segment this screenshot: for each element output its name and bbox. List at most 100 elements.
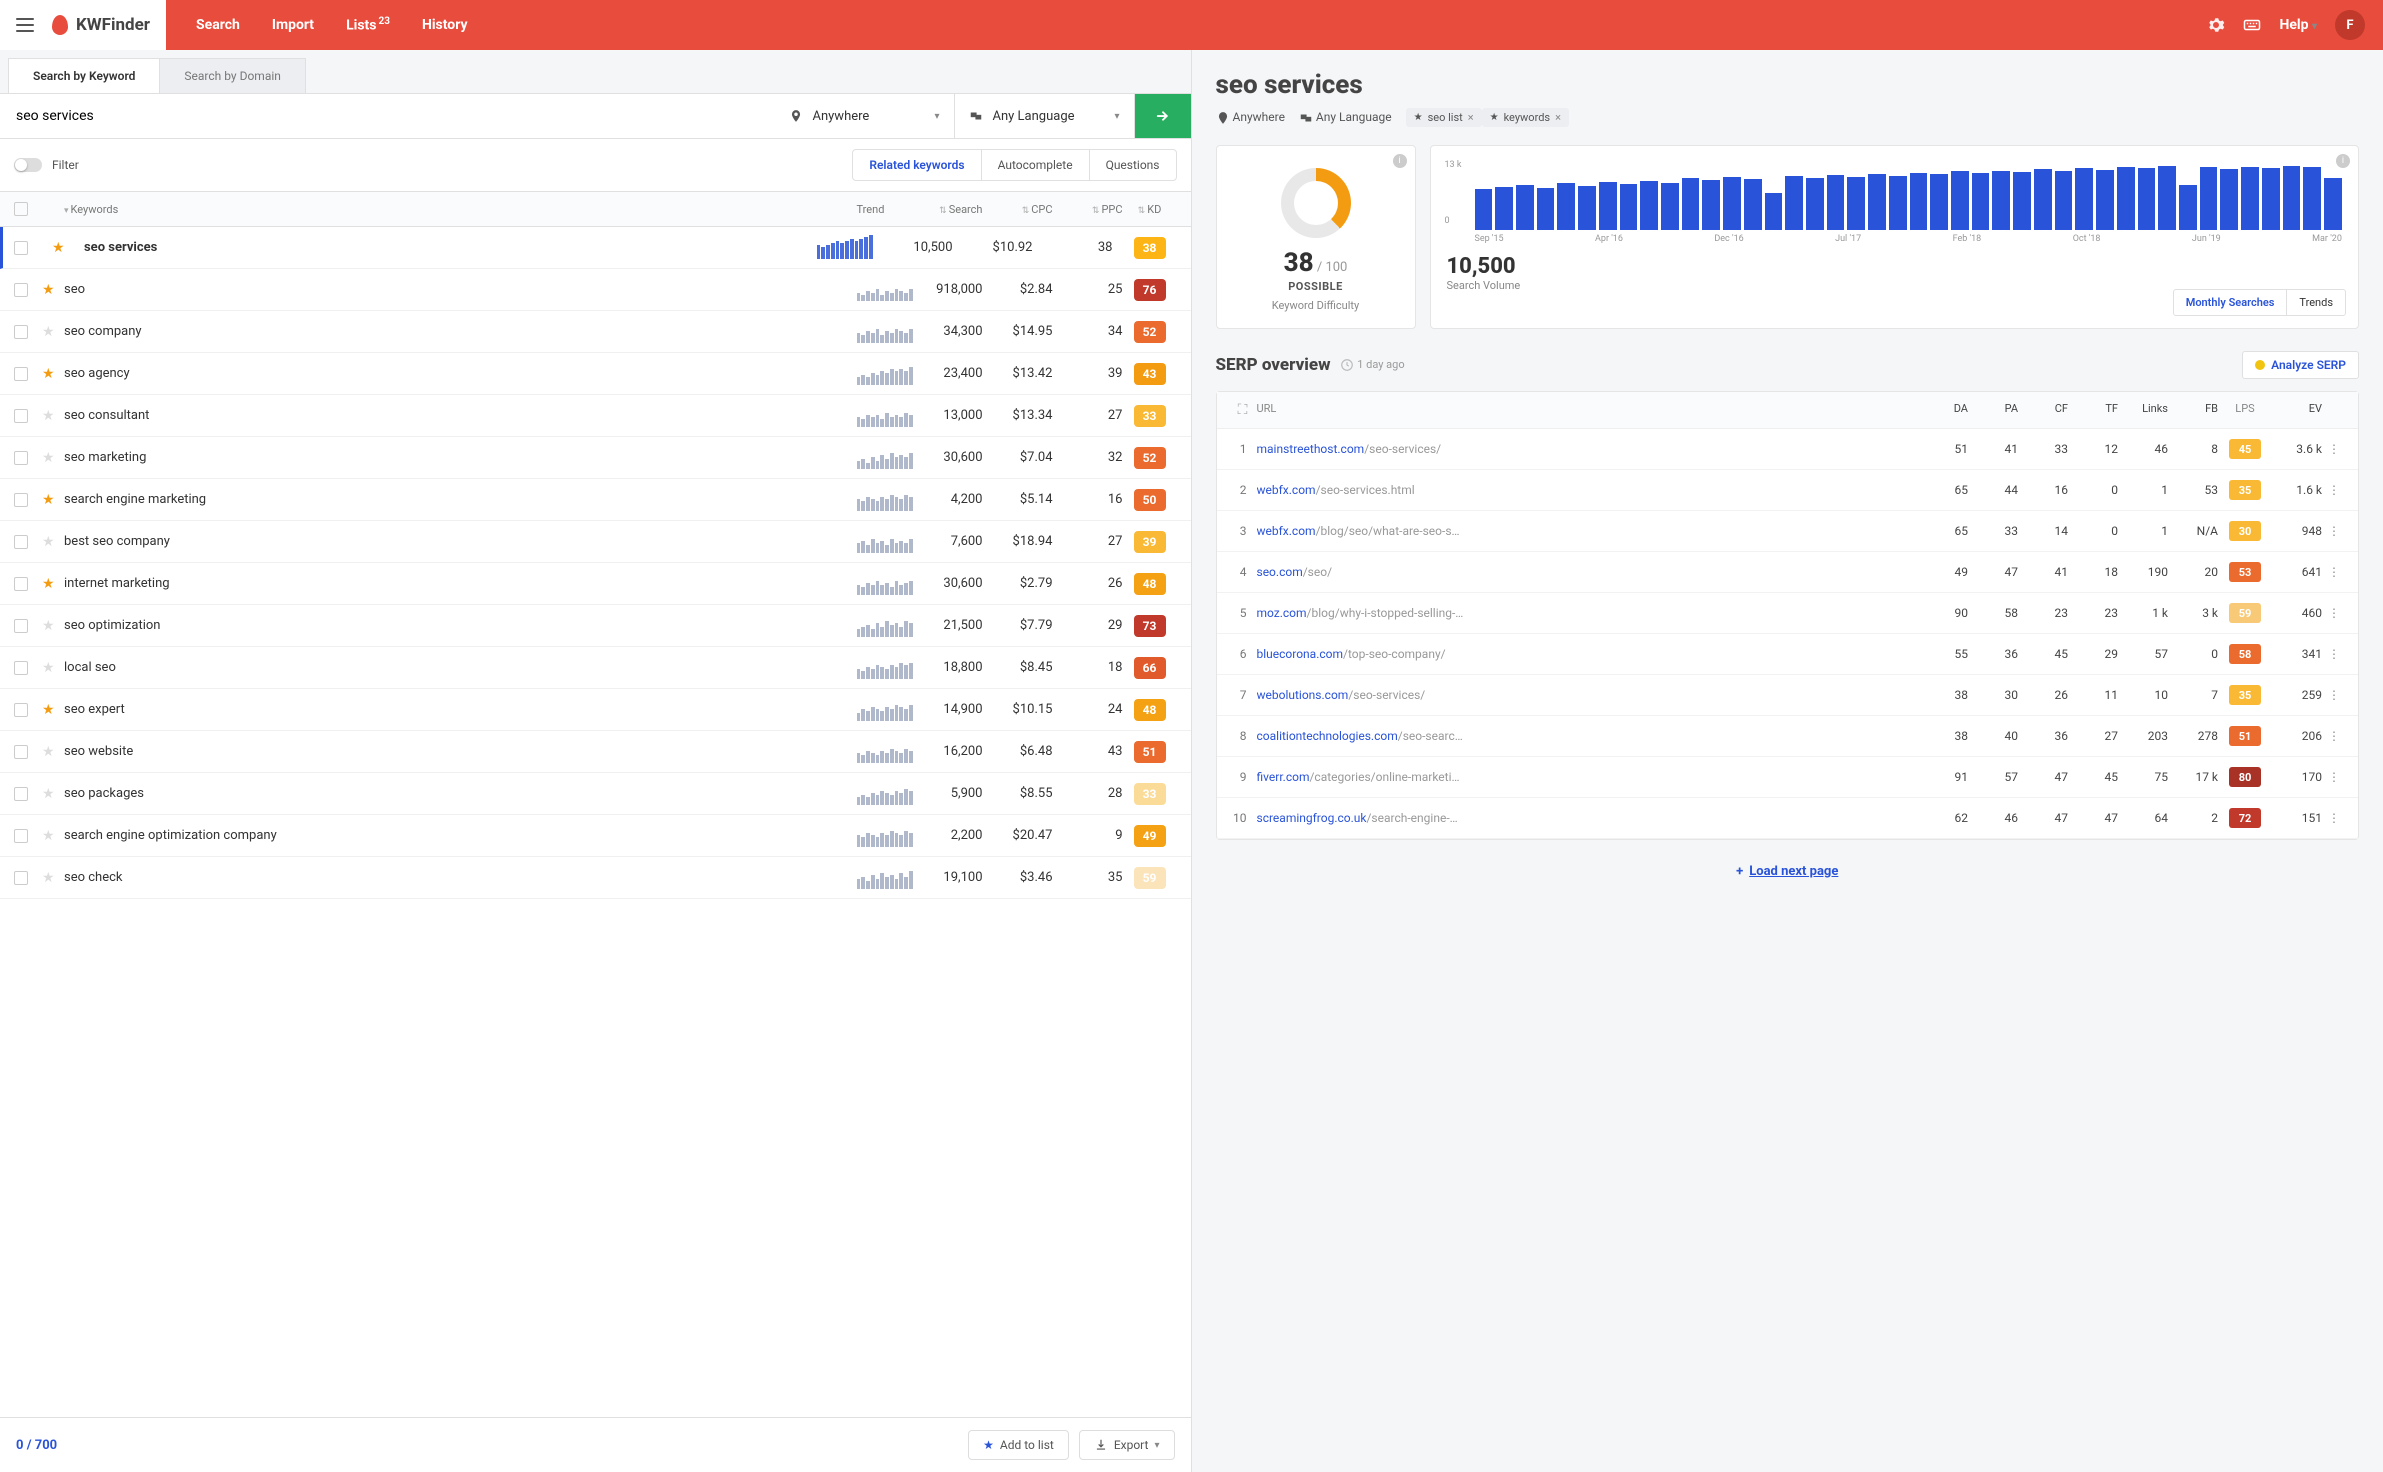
row-checkbox[interactable] xyxy=(14,241,28,255)
star-icon[interactable]: ★ xyxy=(42,744,55,760)
star-icon[interactable]: ★ xyxy=(42,618,55,634)
table-row[interactable]: ★ search engine optimization company 2,2… xyxy=(0,815,1191,857)
table-row[interactable]: ★ seo consultant 13,000 $13.34 27 33 xyxy=(0,395,1191,437)
nav-search[interactable]: Search xyxy=(180,17,256,33)
table-row[interactable]: ★ search engine marketing 4,200 $5.14 16… xyxy=(0,479,1191,521)
load-next-page-button[interactable]: +Load next page xyxy=(1216,840,2360,903)
list-chip[interactable]: ★seo list × xyxy=(1406,108,1482,127)
star-icon[interactable]: ★ xyxy=(42,828,55,844)
tab-autocomplete[interactable]: Autocomplete xyxy=(982,150,1090,180)
row-checkbox[interactable] xyxy=(14,619,28,633)
row-checkbox[interactable] xyxy=(14,325,28,339)
serp-url[interactable]: screamingfrog.co.uk/search-engine-… xyxy=(1257,811,1919,825)
row-checkbox[interactable] xyxy=(14,661,28,675)
info-icon[interactable]: i xyxy=(2336,154,2350,168)
star-icon[interactable]: ★ xyxy=(42,702,55,718)
table-row[interactable]: ★ seo optimization 21,500 $7.79 29 73 xyxy=(0,605,1191,647)
row-checkbox[interactable] xyxy=(14,829,28,843)
tab-search-keyword[interactable]: Search by Keyword xyxy=(8,58,160,93)
close-icon[interactable]: × xyxy=(1468,111,1474,124)
row-checkbox[interactable] xyxy=(14,871,28,885)
row-checkbox[interactable] xyxy=(14,409,28,423)
kebab-icon[interactable]: ⋮ xyxy=(2322,483,2346,497)
serp-url[interactable]: mainstreethost.com/seo-services/ xyxy=(1257,442,1919,456)
star-icon[interactable]: ★ xyxy=(52,240,65,256)
kebab-icon[interactable]: ⋮ xyxy=(2322,729,2346,743)
serp-url[interactable]: webfx.com/blog/seo/what-are-seo-s… xyxy=(1257,524,1919,538)
row-checkbox[interactable] xyxy=(14,535,28,549)
add-to-list-button[interactable]: ★Add to list xyxy=(968,1430,1069,1460)
location-select[interactable]: Anywhere▾ xyxy=(775,94,955,138)
nav-history[interactable]: History xyxy=(406,17,484,33)
star-icon[interactable]: ★ xyxy=(42,408,55,424)
table-row[interactable]: ★ seo services 10,500 $10.92 38 38 xyxy=(0,227,1191,269)
star-icon[interactable]: ★ xyxy=(42,870,55,886)
col-search[interactable]: ⇅Search xyxy=(913,203,983,216)
table-row[interactable]: ★ seo website 16,200 $6.48 43 51 xyxy=(0,731,1191,773)
close-icon[interactable]: × xyxy=(1555,111,1561,124)
table-row[interactable]: ★ seo marketing 30,600 $7.04 32 52 xyxy=(0,437,1191,479)
language-select[interactable]: Any Language▾ xyxy=(955,94,1135,138)
star-icon[interactable]: ★ xyxy=(42,492,55,508)
serp-url[interactable]: bluecorona.com/top-seo-company/ xyxy=(1257,647,1919,661)
tab-questions[interactable]: Questions xyxy=(1090,150,1176,180)
table-row[interactable]: ★ seo check 19,100 $3.46 35 59 xyxy=(0,857,1191,899)
keyboard-icon[interactable] xyxy=(2243,16,2261,34)
help-menu[interactable]: Help ▾ xyxy=(2279,17,2317,33)
row-checkbox[interactable] xyxy=(14,493,28,507)
table-row[interactable]: ★ local seo 18,800 $8.45 18 66 xyxy=(0,647,1191,689)
avatar[interactable]: F xyxy=(2335,10,2365,40)
gear-icon[interactable] xyxy=(2207,16,2225,34)
analyze-serp-button[interactable]: Analyze SERP xyxy=(2242,351,2359,379)
serp-url[interactable]: moz.com/blog/why-i-stopped-selling-… xyxy=(1257,606,1919,620)
kebab-icon[interactable]: ⋮ xyxy=(2322,606,2346,620)
serp-url[interactable]: fiverr.com/categories/online-marketi… xyxy=(1257,770,1919,784)
search-button[interactable] xyxy=(1135,94,1191,138)
row-checkbox[interactable] xyxy=(14,745,28,759)
table-row[interactable]: ★ seo expert 14,900 $10.15 24 48 xyxy=(0,689,1191,731)
serp-url[interactable]: webolutions.com/seo-services/ xyxy=(1257,688,1919,702)
kebab-icon[interactable]: ⋮ xyxy=(2322,647,2346,661)
table-row[interactable]: ★ seo company 34,300 $14.95 34 52 xyxy=(0,311,1191,353)
col-keywords[interactable]: ▾Keywords xyxy=(64,203,857,216)
row-checkbox[interactable] xyxy=(14,451,28,465)
kebab-icon[interactable]: ⋮ xyxy=(2322,688,2346,702)
star-icon[interactable]: ★ xyxy=(42,366,55,382)
col-cpc[interactable]: ⇅CPC xyxy=(983,203,1053,216)
col-trend[interactable]: Trend xyxy=(857,203,913,216)
tab-related[interactable]: Related keywords xyxy=(853,150,981,180)
kebab-icon[interactable]: ⋮ xyxy=(2322,770,2346,784)
expand-icon[interactable]: ⛶ xyxy=(1229,402,1257,418)
serp-url[interactable]: seo.com/seo/ xyxy=(1257,565,1919,579)
kebab-icon[interactable]: ⋮ xyxy=(2322,524,2346,538)
col-ppc[interactable]: ⇅PPC xyxy=(1053,203,1123,216)
star-icon[interactable]: ★ xyxy=(42,576,55,592)
star-icon[interactable]: ★ xyxy=(42,660,55,676)
star-icon[interactable]: ★ xyxy=(42,282,55,298)
filter-toggle[interactable] xyxy=(14,158,42,172)
table-row[interactable]: ★ best seo company 7,600 $18.94 27 39 xyxy=(0,521,1191,563)
col-kd[interactable]: ⇅KD xyxy=(1123,203,1177,216)
kebab-icon[interactable]: ⋮ xyxy=(2322,565,2346,579)
row-checkbox[interactable] xyxy=(14,703,28,717)
logo[interactable]: KWFinder xyxy=(0,0,166,50)
star-icon[interactable]: ★ xyxy=(42,534,55,550)
star-icon[interactable]: ★ xyxy=(42,324,55,340)
nav-import[interactable]: Import xyxy=(256,17,330,33)
serp-url[interactable]: webfx.com/seo-services.html xyxy=(1257,483,1919,497)
row-checkbox[interactable] xyxy=(14,787,28,801)
nav-lists[interactable]: Lists23 xyxy=(330,16,406,34)
row-checkbox[interactable] xyxy=(14,367,28,381)
star-icon[interactable]: ★ xyxy=(42,786,55,802)
list-chip[interactable]: ★keywords × xyxy=(1482,108,1569,127)
tab-search-domain[interactable]: Search by Domain xyxy=(159,58,305,93)
menu-icon[interactable] xyxy=(16,18,34,32)
kebab-icon[interactable]: ⋮ xyxy=(2322,811,2346,825)
star-icon[interactable]: ★ xyxy=(42,450,55,466)
row-checkbox[interactable] xyxy=(14,577,28,591)
row-checkbox[interactable] xyxy=(14,283,28,297)
keyword-input[interactable] xyxy=(0,94,775,138)
table-row[interactable]: ★ seo agency 23,400 $13.42 39 43 xyxy=(0,353,1191,395)
info-icon[interactable]: i xyxy=(1393,154,1407,168)
export-button[interactable]: Export▾ xyxy=(1079,1430,1175,1460)
